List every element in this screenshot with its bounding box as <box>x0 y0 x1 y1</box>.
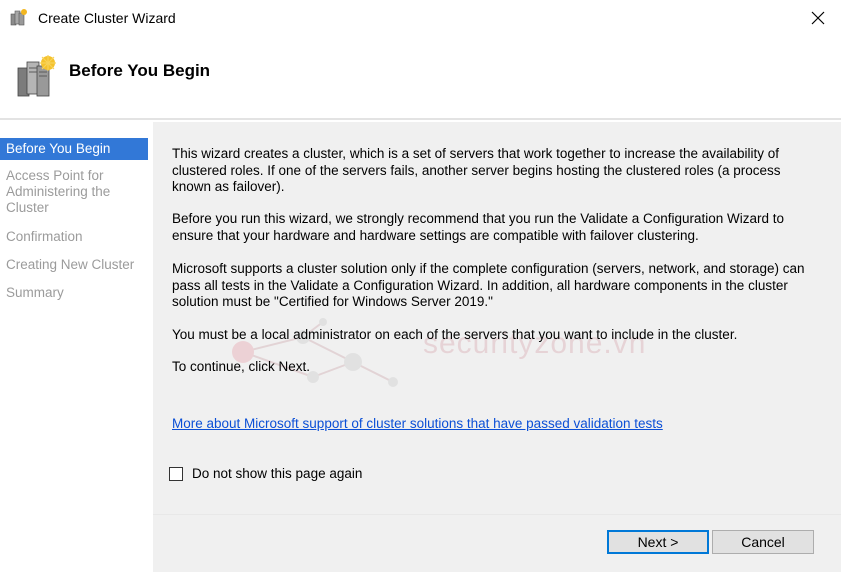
next-button[interactable]: Next > <box>607 530 709 554</box>
page-heading: Before You Begin <box>69 61 211 80</box>
step-before-you-begin[interactable]: Before You Begin <box>0 138 148 160</box>
cancel-button[interactable]: Cancel <box>712 530 814 554</box>
window-title: Create Cluster Wizard <box>38 10 176 26</box>
step-confirmation[interactable]: Confirmation <box>0 229 148 245</box>
footer-divider <box>153 514 841 515</box>
step-access-point-line-3: Cluster <box>6 200 49 215</box>
do-not-show-label: Do not show this page again <box>192 466 363 481</box>
step-access-point[interactable]: Access Point for Administering the Clust… <box>0 168 148 216</box>
admin-paragraph: You must be a local administrator on eac… <box>172 327 738 342</box>
continue-paragraph: To continue, click Next. <box>172 359 311 374</box>
recommendation-paragraph: Before you run this wizard, we strongly … <box>172 211 785 243</box>
wizard-steps-sidebar: Before You Begin Access Point for Admini… <box>0 122 150 572</box>
step-summary[interactable]: Summary <box>0 285 148 301</box>
do-not-show-row[interactable]: Do not show this page again <box>169 466 362 481</box>
support-paragraph: Microsoft supports a cluster solution on… <box>172 261 805 309</box>
step-creating-new-cluster[interactable]: Creating New Cluster <box>0 257 148 273</box>
wizard-header: Before You Begin <box>0 36 841 118</box>
do-not-show-checkbox[interactable] <box>169 466 183 481</box>
cluster-app-icon <box>9 8 29 28</box>
intro-paragraph: This wizard creates a cluster, which is … <box>172 146 781 194</box>
header-divider <box>0 118 841 120</box>
close-button[interactable] <box>795 0 841 36</box>
title-bar: Create Cluster Wizard <box>0 0 841 36</box>
step-access-point-line-2: Administering the <box>6 184 111 199</box>
close-icon <box>811 11 825 25</box>
wizard-content: securityzone.vn This wizard creates a cl… <box>153 122 841 572</box>
cluster-servers-icon <box>15 54 57 100</box>
cluster-support-link[interactable]: More about Microsoft support of cluster … <box>172 416 663 431</box>
step-access-point-line-1: Access Point for <box>6 168 104 183</box>
